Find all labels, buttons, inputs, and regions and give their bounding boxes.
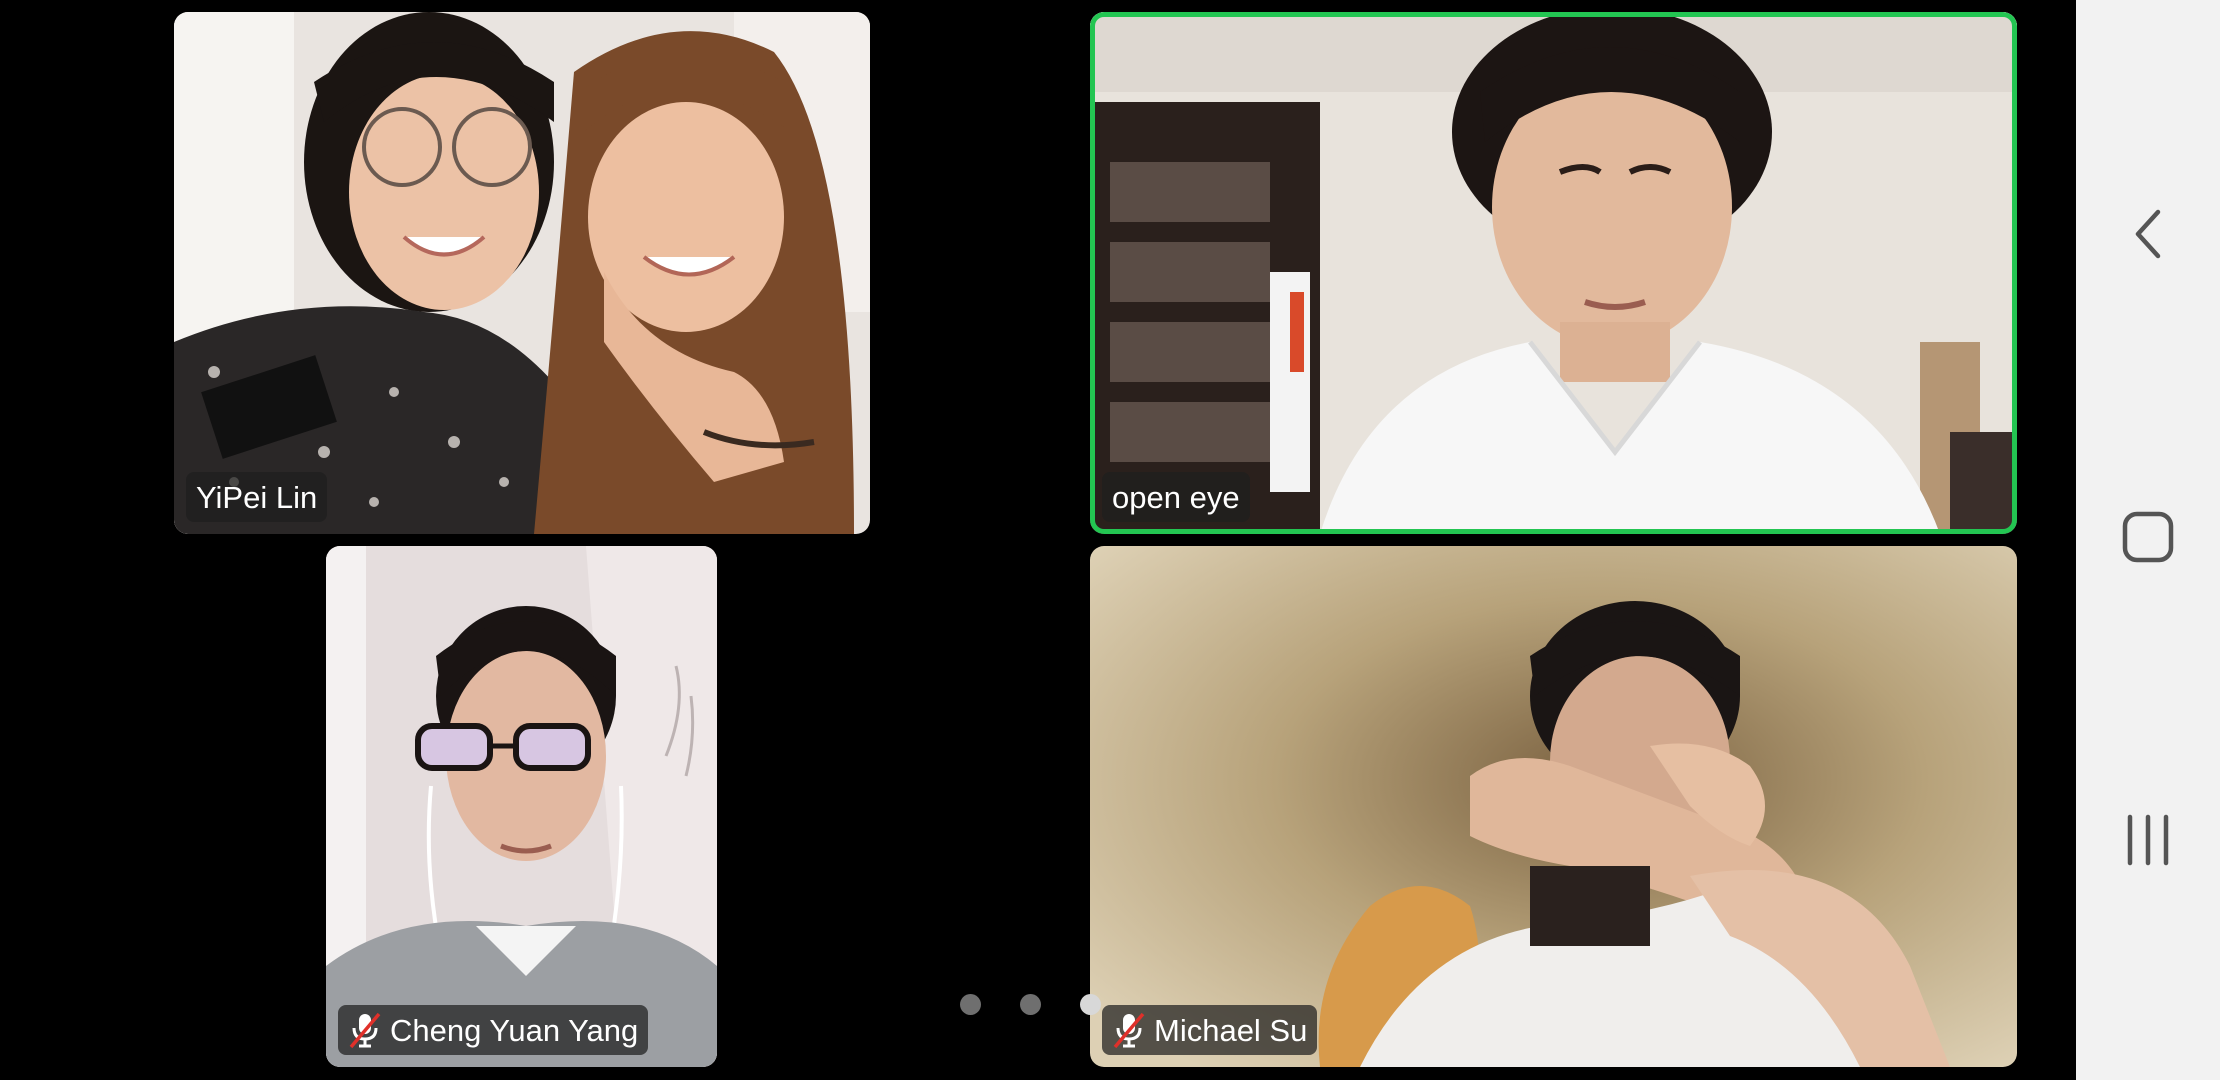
mic-muted-icon — [1113, 1012, 1145, 1049]
recents-button[interactable] — [2076, 780, 2220, 900]
rounded-square-icon — [2122, 511, 2174, 563]
participant-video — [174, 12, 870, 534]
video-tile-open-eye[interactable]: open eye — [1090, 12, 2017, 534]
page-dot[interactable] — [1020, 994, 1041, 1015]
page-dot-current[interactable] — [1080, 994, 1101, 1015]
participant-video — [326, 546, 717, 1067]
back-button[interactable] — [2076, 174, 2220, 294]
participant-name: Michael Su — [1154, 1012, 1308, 1048]
system-navigation-bar — [2076, 0, 2220, 1080]
participant-name-tag: open eye — [1102, 472, 1250, 522]
home-button[interactable] — [2076, 477, 2220, 597]
participant-video — [1090, 12, 2017, 534]
video-gallery: YiPei Lin open eye Cheng Yuan Yang Micha… — [0, 0, 2076, 1080]
three-bars-icon — [2127, 814, 2169, 866]
participant-name-tag: Cheng Yuan Yang — [338, 1005, 649, 1055]
chevron-left-icon — [2135, 209, 2161, 259]
mic-muted-icon — [349, 1012, 381, 1049]
page-indicator — [960, 994, 1101, 1015]
page-dot[interactable] — [960, 994, 981, 1015]
participant-name-tag: YiPei Lin — [186, 472, 328, 522]
participant-video — [1090, 546, 2017, 1067]
participant-name-tag: Michael Su — [1102, 1005, 1318, 1055]
video-tile-yipei-lin[interactable]: YiPei Lin — [174, 12, 870, 534]
video-tile-michael-su[interactable]: Michael Su — [1090, 546, 2017, 1067]
participant-name: Cheng Yuan Yang — [390, 1012, 639, 1048]
participant-name: open eye — [1112, 479, 1240, 515]
video-tile-cheng-yuan-yang[interactable]: Cheng Yuan Yang — [326, 546, 717, 1067]
participant-name: YiPei Lin — [196, 479, 318, 515]
